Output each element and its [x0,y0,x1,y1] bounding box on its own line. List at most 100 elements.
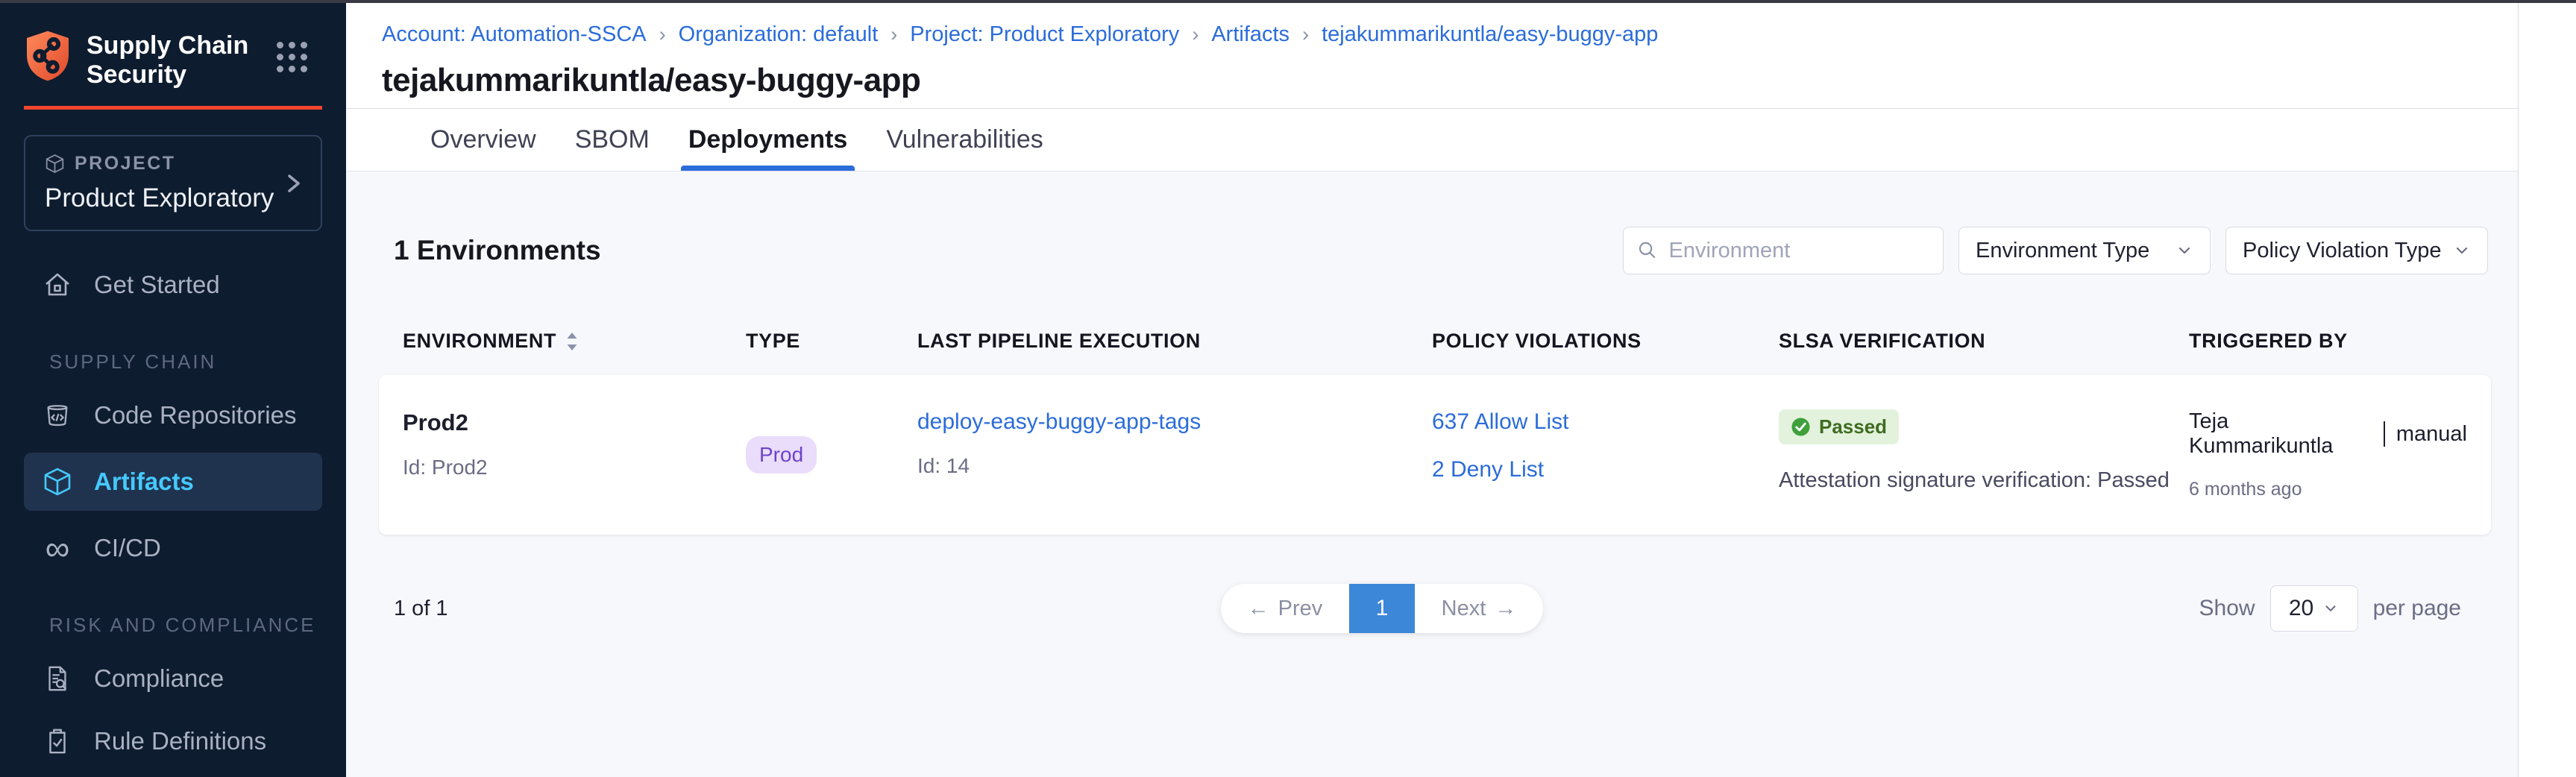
column-header-triggered-by: TRIGGERED BY [2189,330,2467,353]
cicd-infinity-icon: ∞ [42,535,73,561]
environment-search[interactable] [1623,227,1944,274]
compliance-document-icon [42,664,73,693]
pipeline-execution-link[interactable]: deploy-easy-buggy-app-tags [917,409,1201,435]
breadcrumb-organization[interactable]: Organization: default [679,22,879,47]
type-cell: Prod [746,436,917,474]
page-size-select[interactable]: 20 [2270,585,2358,632]
page-title: tejakummarikuntla/easy-buggy-app [382,62,2488,99]
environment-type-filter-label: Environment Type [1976,239,2149,263]
sidebar-item-label: Code Repositories [94,401,296,430]
environments-toolbar: 1 Environments Environment Type [394,227,2488,274]
per-page-label: per page [2373,596,2461,621]
sidebar: Supply Chain Security PROJECT Product Ex… [0,0,346,777]
sidebar-item-compliance[interactable]: Compliance [0,647,346,710]
sidebar-item-get-started[interactable]: Get Started [0,254,346,316]
environment-cell: Prod2 Id: Prod2 [403,409,746,479]
artifact-tabs: Overview SBOM Deployments Vulnerabilitie… [346,109,2518,172]
artifacts-cube-icon [42,467,73,497]
sidebar-item-label: Artifacts [94,468,194,496]
tab-deployments[interactable]: Deployments [685,109,851,171]
sidebar-item-remediation-tracker[interactable]: Remediation Tracker [0,773,346,777]
sidebar-item-cicd[interactable]: ∞ CI/CD [0,517,346,579]
sidebar-item-label: Compliance [94,664,224,693]
prev-page-button[interactable]: ← Prev [1221,584,1349,633]
trigger-divider [2384,421,2385,447]
project-selector[interactable]: PROJECT Product Exploratory [24,135,322,231]
breadcrumb-separator-icon: › [890,23,897,46]
environment-id: Id: Prod2 [403,456,746,479]
filters-group: Environment Type Policy Violation Type [1623,227,2488,274]
pager: ← Prev 1 Next → [1221,584,1543,633]
right-gutter [2519,0,2576,777]
sidebar-item-rule-definitions[interactable]: Rule Definitions [0,710,346,773]
breadcrumb-current-artifact[interactable]: tejakummarikuntla/easy-buggy-app [1322,22,1658,47]
app-title: Supply Chain Security [87,31,248,89]
breadcrumb-project[interactable]: Project: Product Exploratory [910,22,1179,47]
cube-icon [45,154,65,174]
next-page-button[interactable]: Next → [1415,584,1543,633]
sidebar-nav: Get Started SUPPLY CHAIN Code Repositori… [0,254,346,777]
breadcrumb-artifacts[interactable]: Artifacts [1211,22,1289,47]
search-icon [1637,239,1659,262]
tab-vulnerabilities[interactable]: Vulnerabilities [883,109,1046,171]
policy-violation-type-filter-label: Policy Violation Type [2243,239,2442,263]
main-panel: Account: Automation-SSCA › Organization:… [346,0,2519,777]
chevron-down-icon [2322,600,2339,617]
page-summary: 1 of 1 [394,597,448,621]
check-circle-icon [1791,417,1811,437]
pipeline-execution-id: Id: 14 [917,454,1432,478]
page-size-group: Show 20 per page [2199,585,2461,632]
accent-divider [24,106,322,110]
sidebar-item-label: CI/CD [94,534,161,562]
environment-type-filter[interactable]: Environment Type [1958,227,2211,274]
environments-table-header: ENVIRONMENT TYPE LAST PIPELINE EXECUTION… [379,330,2491,353]
chevron-down-icon [2453,242,2471,259]
column-header-type: TYPE [746,330,917,353]
allow-list-link[interactable]: 637 Allow List [1432,409,1568,435]
breadcrumb-separator-icon: › [1192,23,1199,46]
tab-sbom[interactable]: SBOM [572,109,653,171]
shield-logo-icon [24,30,72,82]
policy-violation-type-filter[interactable]: Policy Violation Type [2225,227,2488,274]
arrow-left-icon: ← [1248,597,1269,621]
column-header-last-pipeline-execution: LAST PIPELINE EXECUTION [917,330,1432,353]
code-repository-icon [42,401,73,430]
chevron-right-icon [285,172,303,195]
deployments-content: 1 Environments Environment Type [346,172,2518,777]
page-header: Account: Automation-SSCA › Organization:… [346,3,2518,109]
current-page-button[interactable]: 1 [1349,584,1415,633]
environments-count-heading: 1 Environments [394,235,601,266]
policy-violations-cell: 637 Allow List 2 Deny List [1432,409,1779,482]
environment-search-input[interactable] [1669,239,1929,263]
app-root: Supply Chain Security PROJECT Product Ex… [0,0,2576,777]
sidebar-item-code-repositories[interactable]: Code Repositories [0,384,346,447]
triggered-by-name: Teja Kummarikuntla [2189,409,2372,459]
breadcrumb-account[interactable]: Account: Automation-SSCA [382,22,647,47]
pipeline-cell: deploy-easy-buggy-app-tags Id: 14 [917,409,1432,478]
module-grid-icon[interactable] [277,42,307,72]
show-label: Show [2199,596,2255,621]
sidebar-item-label: Rule Definitions [94,727,266,755]
sidebar-item-label: Get Started [94,271,220,299]
trigger-mode: manual [2396,422,2467,447]
breadcrumb-separator-icon: › [659,23,666,46]
project-name: Product Exploratory [45,183,301,213]
environment-table-row[interactable]: Prod2 Id: Prod2 Prod deploy-easy-buggy-a… [379,375,2491,535]
window-top-strip [0,0,2576,3]
sidebar-item-artifacts[interactable]: Artifacts [24,453,322,511]
deny-list-link[interactable]: 2 Deny List [1432,457,1544,482]
pagination-row: 1 of 1 ← Prev 1 Next → Show 20 [394,584,2461,633]
page-size-value: 20 [2289,596,2313,621]
tab-overview[interactable]: Overview [427,109,539,171]
arrow-right-icon: → [1495,597,1516,621]
column-header-slsa-verification: SLSA VERIFICATION [1779,330,2189,353]
nav-section-supply-chain: SUPPLY CHAIN [0,350,346,374]
sort-icon [565,331,579,352]
column-header-policy-violations: POLICY VIOLATIONS [1432,330,1779,353]
column-header-environment[interactable]: ENVIRONMENT [403,330,746,353]
chevron-down-icon [2176,242,2193,259]
environment-name: Prod2 [403,409,746,436]
triggered-by-cell: Teja Kummarikuntla manual 6 months ago [2189,409,2467,500]
environment-type-badge: Prod [746,436,817,474]
attestation-detail: Attestation signature verification: Pass… [1779,468,2189,493]
